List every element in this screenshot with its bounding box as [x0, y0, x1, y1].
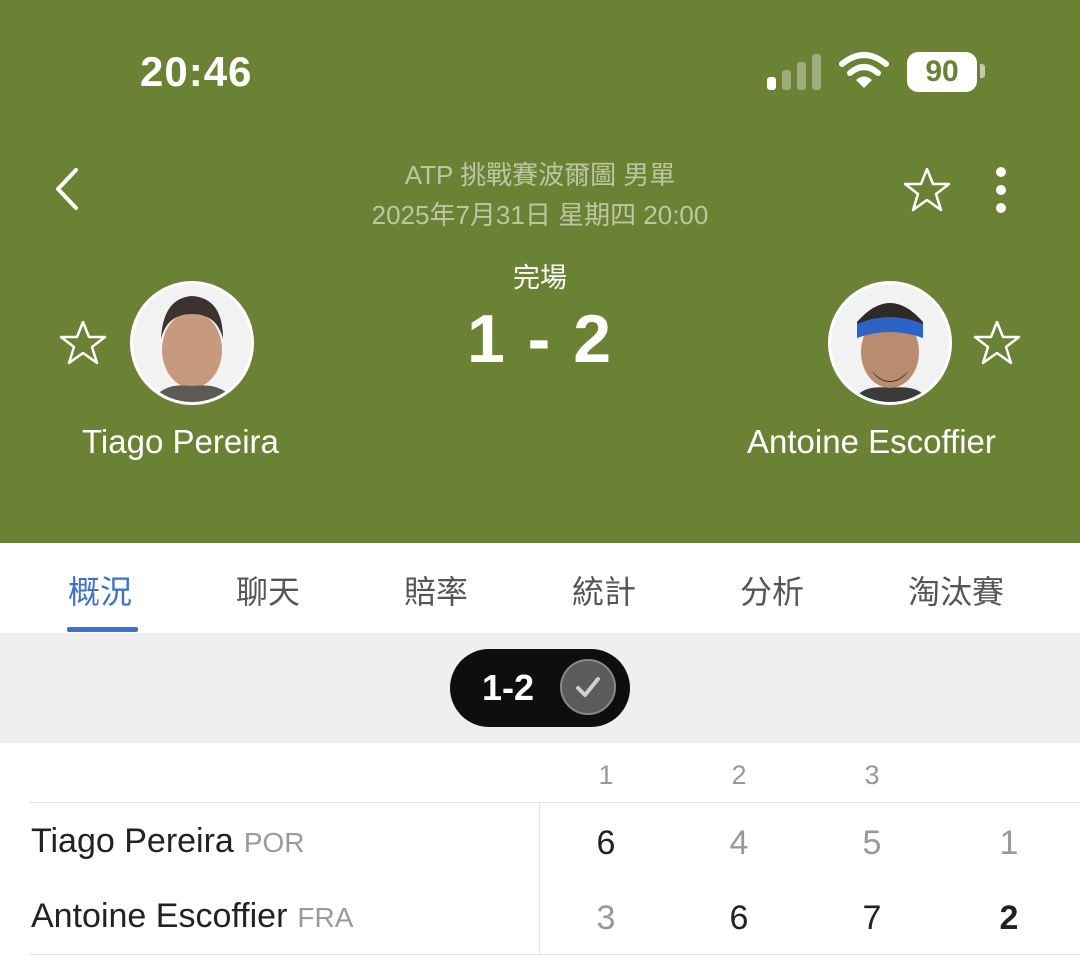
- set-header: 3: [864, 760, 880, 790]
- status-time: 20:46: [140, 48, 253, 95]
- tab-stats[interactable]: 統計: [572, 567, 636, 613]
- result-pill-label: 1-2: [482, 667, 535, 708]
- tab-overview[interactable]: 概況: [68, 567, 132, 613]
- divider: [539, 803, 540, 956]
- tab-analysis[interactable]: 分析: [740, 567, 804, 613]
- check-icon: [560, 659, 616, 715]
- away-player-name[interactable]: Antoine Escoffier: [747, 423, 996, 461]
- country-code: FRA: [297, 902, 354, 933]
- scoreboard-row-home: Tiago Pereira POR: [31, 822, 305, 861]
- signal-icon: [767, 54, 823, 90]
- set-header: 1: [598, 760, 614, 790]
- total-sets: 2: [999, 899, 1019, 937]
- player-name: Tiago Pereira: [31, 822, 234, 860]
- star-icon[interactable]: [972, 318, 1022, 368]
- divider: [30, 802, 1080, 803]
- scoreboard-row-away: Antoine Escoffier FRA: [31, 897, 353, 936]
- match-header: 20:46 90 ATP 挑戰賽波爾圖 男單 2025年7月31日 星期四 20…: [0, 0, 1080, 543]
- set-score: 6: [729, 899, 749, 937]
- set-score: 7: [862, 899, 882, 937]
- player-name: Antoine Escoffier: [31, 897, 288, 935]
- set-score: 5: [862, 824, 882, 862]
- tab-bar: 概況 聊天 賠率 統計 分析 淘汰賽: [0, 543, 1080, 633]
- tab-chat[interactable]: 聊天: [236, 567, 300, 613]
- set-score: 4: [729, 824, 749, 862]
- battery-tip: [980, 64, 985, 78]
- total-sets: 1: [999, 824, 1019, 862]
- result-pill[interactable]: 1-2: [450, 649, 630, 727]
- set-score: 3: [596, 899, 616, 937]
- avatar[interactable]: [130, 281, 254, 405]
- set-header: 2: [731, 760, 747, 790]
- star-icon[interactable]: [902, 165, 952, 215]
- battery-icon: 90: [907, 52, 977, 92]
- divider: [30, 954, 1080, 955]
- tab-knockout[interactable]: 淘汰賽: [908, 567, 1004, 613]
- country-code: POR: [243, 827, 305, 858]
- set-score: 6: [596, 824, 616, 862]
- wifi-icon: [839, 52, 889, 88]
- more-icon[interactable]: [986, 165, 1016, 215]
- tab-odds[interactable]: 賠率: [404, 567, 468, 613]
- avatar[interactable]: [828, 281, 952, 405]
- star-icon[interactable]: [58, 318, 108, 368]
- active-tab-indicator: [67, 627, 138, 632]
- home-player-name[interactable]: Tiago Pereira: [82, 423, 279, 461]
